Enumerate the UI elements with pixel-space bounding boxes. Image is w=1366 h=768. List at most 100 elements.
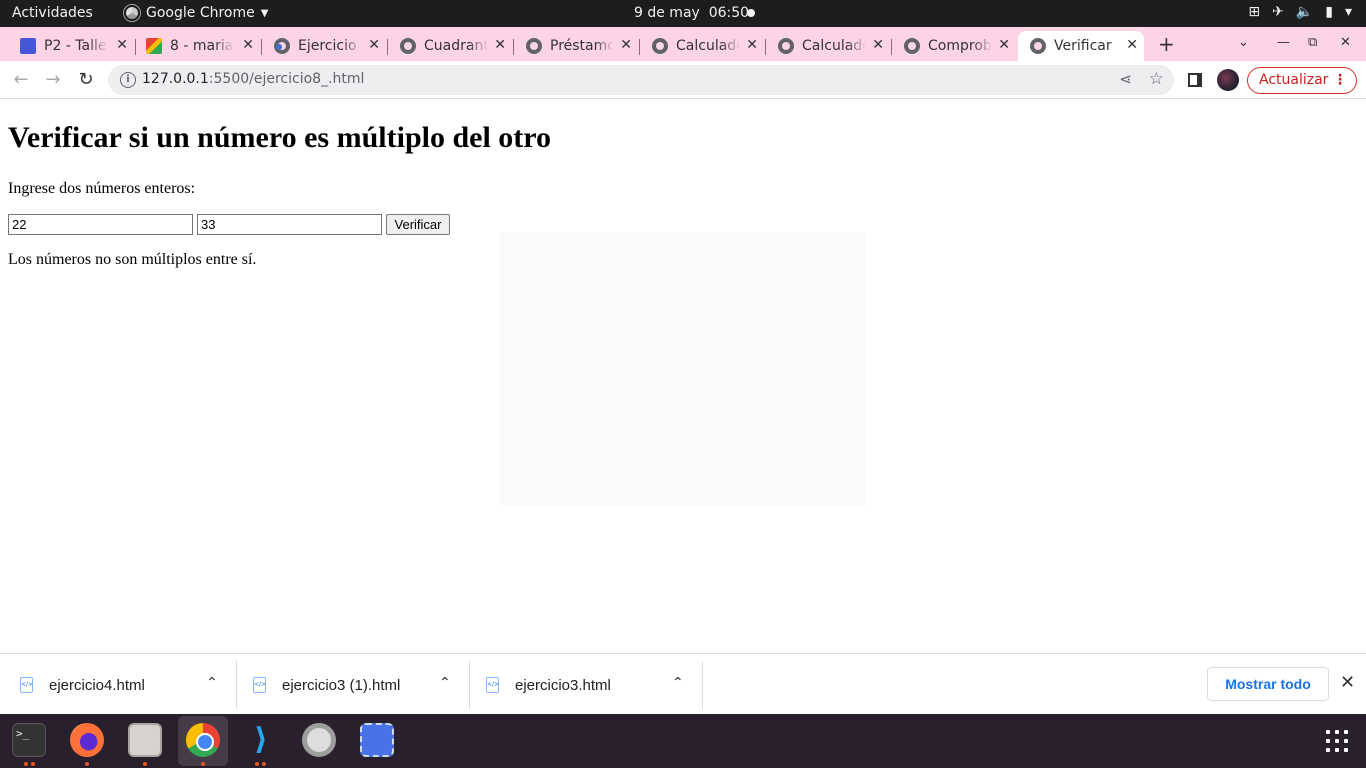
tab-gmail[interactable]: 8 - mariac ✕	[138, 31, 262, 61]
tab-separator	[639, 39, 640, 55]
tab-separator	[765, 39, 766, 55]
chevron-down-icon: ▾	[1344, 4, 1352, 20]
close-icon[interactable]: ✕	[1126, 37, 1138, 53]
close-icon[interactable]: ✕	[746, 37, 758, 53]
instructions: Ingrese dos números enteros:	[8, 180, 196, 197]
forward-arrow-icon[interactable]: →	[41, 68, 65, 92]
close-icon[interactable]: ✕	[872, 37, 884, 53]
files-icon[interactable]	[128, 723, 162, 757]
close-icon[interactable]: ✕	[242, 37, 254, 53]
html-file-icon: </>	[20, 677, 33, 693]
new-tab-button[interactable]: +	[1158, 32, 1175, 56]
system-tray[interactable]: ⊞ ✈ 🔈 ▮ ▾	[1248, 4, 1352, 20]
download-item[interactable]: </> ejercicio3.html ⌃	[486, 661, 703, 709]
close-icon[interactable]: ✕	[494, 37, 506, 53]
tab-title: P2 - Taller	[44, 38, 108, 54]
globe-icon	[778, 38, 794, 54]
tab-verificar-active[interactable]: Verificar ✕	[1018, 31, 1144, 61]
tab-search-icon[interactable]: ⌄	[1238, 35, 1249, 50]
globe-icon	[904, 38, 920, 54]
running-indicator	[201, 762, 205, 766]
close-icon[interactable]: ✕	[620, 37, 632, 53]
tab-separator	[135, 39, 136, 55]
tab-title: Préstamo	[550, 38, 614, 54]
tab-calculadora-2[interactable]: Calculado ✕	[768, 31, 892, 61]
firefox-icon[interactable]	[70, 723, 104, 757]
download-name: ejercicio3.html	[515, 676, 611, 694]
html-file-icon: </>	[253, 677, 266, 693]
system-top-bar: Actividades Google Chrome ▼ 9 de may 06:…	[0, 0, 1366, 27]
tab-title: Cuadrant	[424, 38, 488, 54]
clock[interactable]: 9 de may 06:50	[634, 5, 749, 21]
close-icon[interactable]: ✕	[998, 37, 1010, 53]
notification-dot-icon	[747, 9, 755, 17]
window-close-icon[interactable]: ✕	[1340, 35, 1351, 50]
tab-title: Calculado	[676, 38, 740, 54]
chrome-icon	[124, 5, 140, 21]
verify-button[interactable]: Verificar	[386, 214, 450, 235]
download-separator	[702, 661, 703, 709]
tab-calculadora-1[interactable]: Calculado ✕	[642, 31, 766, 61]
volume-icon: 🔈	[1295, 4, 1314, 20]
browser-toolbar: ← → ↻ i 127.0.0.1:5500/ejercicio8_.html …	[0, 61, 1366, 99]
app-menu[interactable]: Google Chrome ▼	[124, 5, 268, 21]
running-indicator	[24, 762, 28, 766]
bookmark-star-icon[interactable]: ☆	[1149, 69, 1164, 89]
close-icon[interactable]: ✕	[116, 37, 128, 53]
tab-title: Ejercicio	[298, 38, 357, 54]
number-input-1[interactable]	[8, 214, 193, 235]
caret-down-icon: ▼	[260, 7, 269, 19]
reload-icon[interactable]: ↻	[74, 68, 98, 92]
download-item[interactable]: </> ejercicio3 (1).html ⌃	[253, 661, 470, 709]
chevron-up-icon[interactable]: ⌃	[672, 675, 684, 691]
chevron-up-icon[interactable]: ⌃	[439, 675, 451, 691]
show-all-downloads-button[interactable]: Mostrar todo	[1207, 667, 1329, 701]
running-indicator	[85, 762, 89, 766]
tab-separator	[891, 39, 892, 55]
update-label: Actualizar	[1259, 72, 1329, 88]
running-indicator	[31, 762, 35, 766]
page-title: Verificar si un número es múltiplo del o…	[8, 121, 552, 154]
url-text[interactable]: 127.0.0.1:5500/ejercicio8_.html	[142, 71, 364, 87]
address-bar[interactable]: i 127.0.0.1:5500/ejercicio8_.html ⋖ ☆	[108, 65, 1174, 95]
dock: >_ ⟩	[0, 714, 1366, 768]
gmail-icon	[146, 38, 162, 54]
tab-separator	[261, 39, 262, 55]
globe-icon	[652, 38, 668, 54]
tab-comprobar[interactable]: Comprob ✕	[894, 31, 1016, 61]
show-apps-grid-icon[interactable]	[1326, 730, 1348, 752]
tab-separator	[513, 39, 514, 55]
back-arrow-icon[interactable]: ←	[9, 68, 33, 92]
tab-title: Calculado	[802, 38, 866, 54]
close-icon[interactable]: ✕	[1340, 672, 1355, 693]
close-icon[interactable]: ✕	[368, 37, 380, 53]
tab-title: 8 - mariac	[170, 38, 234, 54]
vscode-icon[interactable]: ⟩	[244, 723, 278, 757]
tab-p2-taller[interactable]: P2 - Taller ✕	[12, 31, 136, 61]
side-panel-icon[interactable]	[1188, 73, 1202, 87]
activities-button[interactable]: Actividades	[12, 5, 93, 21]
tab-title: Comprob	[928, 38, 992, 54]
info-icon[interactable]: i	[120, 72, 136, 88]
terminal-icon[interactable]: >_	[12, 723, 46, 757]
share-icon[interactable]: ⋖	[1119, 70, 1132, 88]
download-name: ejercicio4.html	[49, 676, 145, 694]
minimize-icon[interactable]: —	[1277, 35, 1290, 50]
number-input-2[interactable]	[197, 214, 382, 235]
chrome-icon[interactable]	[186, 723, 220, 757]
download-item[interactable]: </> ejercicio4.html ⌃	[20, 661, 237, 709]
download-name: ejercicio3 (1).html	[282, 676, 401, 694]
globe-icon	[400, 38, 416, 54]
restore-icon[interactable]: ⧉	[1308, 35, 1317, 50]
settings-gear-icon[interactable]	[302, 723, 336, 757]
chevron-up-icon[interactable]: ⌃	[206, 675, 218, 691]
tab-cuadrante[interactable]: Cuadrant ✕	[390, 31, 514, 61]
tab-title: Verificar	[1054, 38, 1112, 54]
html-file-icon: </>	[486, 677, 499, 693]
tab-ejercicio[interactable]: Ejercicio ✕	[264, 31, 388, 61]
screenshot-icon[interactable]	[360, 723, 394, 757]
update-button[interactable]: Actualizar ⋮	[1247, 67, 1357, 94]
download-separator	[469, 661, 470, 709]
profile-avatar[interactable]	[1217, 69, 1239, 91]
tab-prestamo[interactable]: Préstamo ✕	[516, 31, 640, 61]
